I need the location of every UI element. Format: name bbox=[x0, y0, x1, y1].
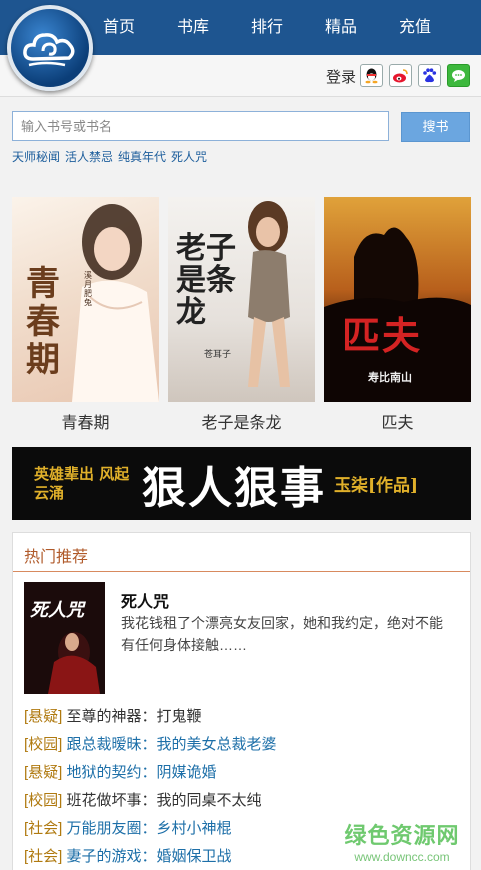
watermark: 绿色资源网 www.downcc.com bbox=[343, 818, 461, 864]
section-title: 热门推荐 bbox=[24, 549, 89, 566]
hot-keywords: 天师秘闻 活人禁忌 纯真年代 死人咒 bbox=[12, 148, 207, 165]
book-link[interactable]: 万能朋友圈：乡村小神棍 bbox=[67, 820, 232, 837]
cover-art-title: 死人咒 bbox=[30, 600, 84, 621]
hot-keyword-link[interactable]: 活人禁忌 bbox=[65, 148, 113, 165]
wechat-icon[interactable] bbox=[447, 64, 470, 87]
main-nav: 首页 书库 排行 精品 充值 bbox=[82, 0, 481, 55]
banner-title: 狠人狠事 bbox=[142, 462, 326, 514]
book-cover-laozishitiaolong[interactable]: 老子是条龙 苍耳子 bbox=[168, 197, 315, 402]
category-tag: [悬疑] bbox=[24, 764, 63, 781]
login-link[interactable]: 登录 bbox=[326, 66, 356, 87]
category-tag: [悬疑] bbox=[24, 708, 63, 725]
watermark-url: www.downcc.com bbox=[354, 850, 450, 864]
cloud-logo-icon bbox=[23, 33, 75, 67]
book-title-link[interactable]: 老子是条龙 bbox=[168, 409, 315, 433]
hot-keyword-link[interactable]: 天师秘闻 bbox=[12, 148, 60, 165]
baidu-icon[interactable] bbox=[418, 64, 441, 87]
category-tag: [社会] bbox=[24, 820, 63, 837]
featured-book-title[interactable]: 死人咒 bbox=[121, 588, 169, 612]
list-item[interactable]: [悬疑] 地狱的契约：阴媒诡婚 bbox=[24, 761, 464, 789]
hot-keyword-link[interactable]: 死人咒 bbox=[171, 148, 207, 165]
cover-art-author: 寿比南山 bbox=[368, 372, 412, 384]
nav-ranking[interactable]: 排行 bbox=[230, 0, 304, 55]
book-link[interactable]: 地狱的契约：阴媒诡婚 bbox=[67, 764, 217, 781]
list-item[interactable]: [悬疑] 至尊的神器：打鬼鞭 bbox=[24, 705, 464, 733]
featured-book-cover[interactable]: 死人咒 bbox=[24, 582, 105, 694]
search-button[interactable]: 搜书 bbox=[401, 112, 470, 142]
cover-art-author: 苍耳子 bbox=[204, 349, 232, 359]
category-tag: [校园] bbox=[24, 736, 63, 753]
nav-recharge[interactable]: 充值 bbox=[378, 0, 452, 55]
book-link[interactable]: 跟总裁暧昧：我的美女总裁老婆 bbox=[67, 736, 277, 753]
book-title-link[interactable]: 青春期 bbox=[12, 409, 159, 433]
qq-icon[interactable] bbox=[360, 64, 383, 87]
cover-art-title: 青春期 bbox=[26, 264, 60, 380]
banner-slogan: 英雄辈出 风起云涌 bbox=[34, 464, 130, 502]
category-tag: [社会] bbox=[24, 848, 63, 865]
nav-premium[interactable]: 精品 bbox=[304, 0, 378, 55]
weibo-icon[interactable] bbox=[389, 64, 412, 87]
cover-art-title: 老子是条龙 bbox=[176, 231, 236, 330]
cover-art-title: 匹夫 bbox=[342, 313, 423, 358]
banner-author: 玉柒[作品] bbox=[334, 476, 419, 496]
book-link[interactable]: 班花做坏事：我的同桌不太纯 bbox=[67, 792, 262, 809]
nav-library[interactable]: 书库 bbox=[156, 0, 230, 55]
nav-home[interactable]: 首页 bbox=[82, 0, 156, 55]
featured-book-description: 我花钱租了个漂亮女友回家，她和我约定，绝对不能有任何身体接触…… bbox=[121, 615, 443, 653]
watermark-name: 绿色资源网 bbox=[344, 823, 460, 848]
book-cover-qingchunqi[interactable]: 青春期 溪月肥兔 bbox=[12, 197, 159, 402]
book-cover-pifu[interactable]: 匹夫 寿比南山 bbox=[324, 197, 471, 402]
search-input[interactable] bbox=[12, 111, 389, 141]
cover-art-author: 溪月肥兔 bbox=[84, 271, 92, 307]
book-link[interactable]: 至尊的神器：打鬼鞭 bbox=[67, 708, 202, 725]
book-title-link[interactable]: 匹夫 bbox=[324, 409, 471, 433]
hot-keyword-link[interactable]: 纯真年代 bbox=[118, 148, 166, 165]
book-link[interactable]: 妻子的游戏：婚姻保卫战 bbox=[67, 848, 232, 865]
section-divider bbox=[13, 571, 470, 572]
promo-banner[interactable]: 英雄辈出 风起云涌 狠人狠事 玉柒[作品] bbox=[12, 447, 471, 520]
list-item[interactable]: [校园] 跟总裁暧昧：我的美女总裁老婆 bbox=[24, 733, 464, 761]
site-logo[interactable] bbox=[7, 5, 93, 91]
category-tag: [校园] bbox=[24, 792, 63, 809]
list-item[interactable]: [校园] 班花做坏事：我的同桌不太纯 bbox=[24, 789, 464, 817]
